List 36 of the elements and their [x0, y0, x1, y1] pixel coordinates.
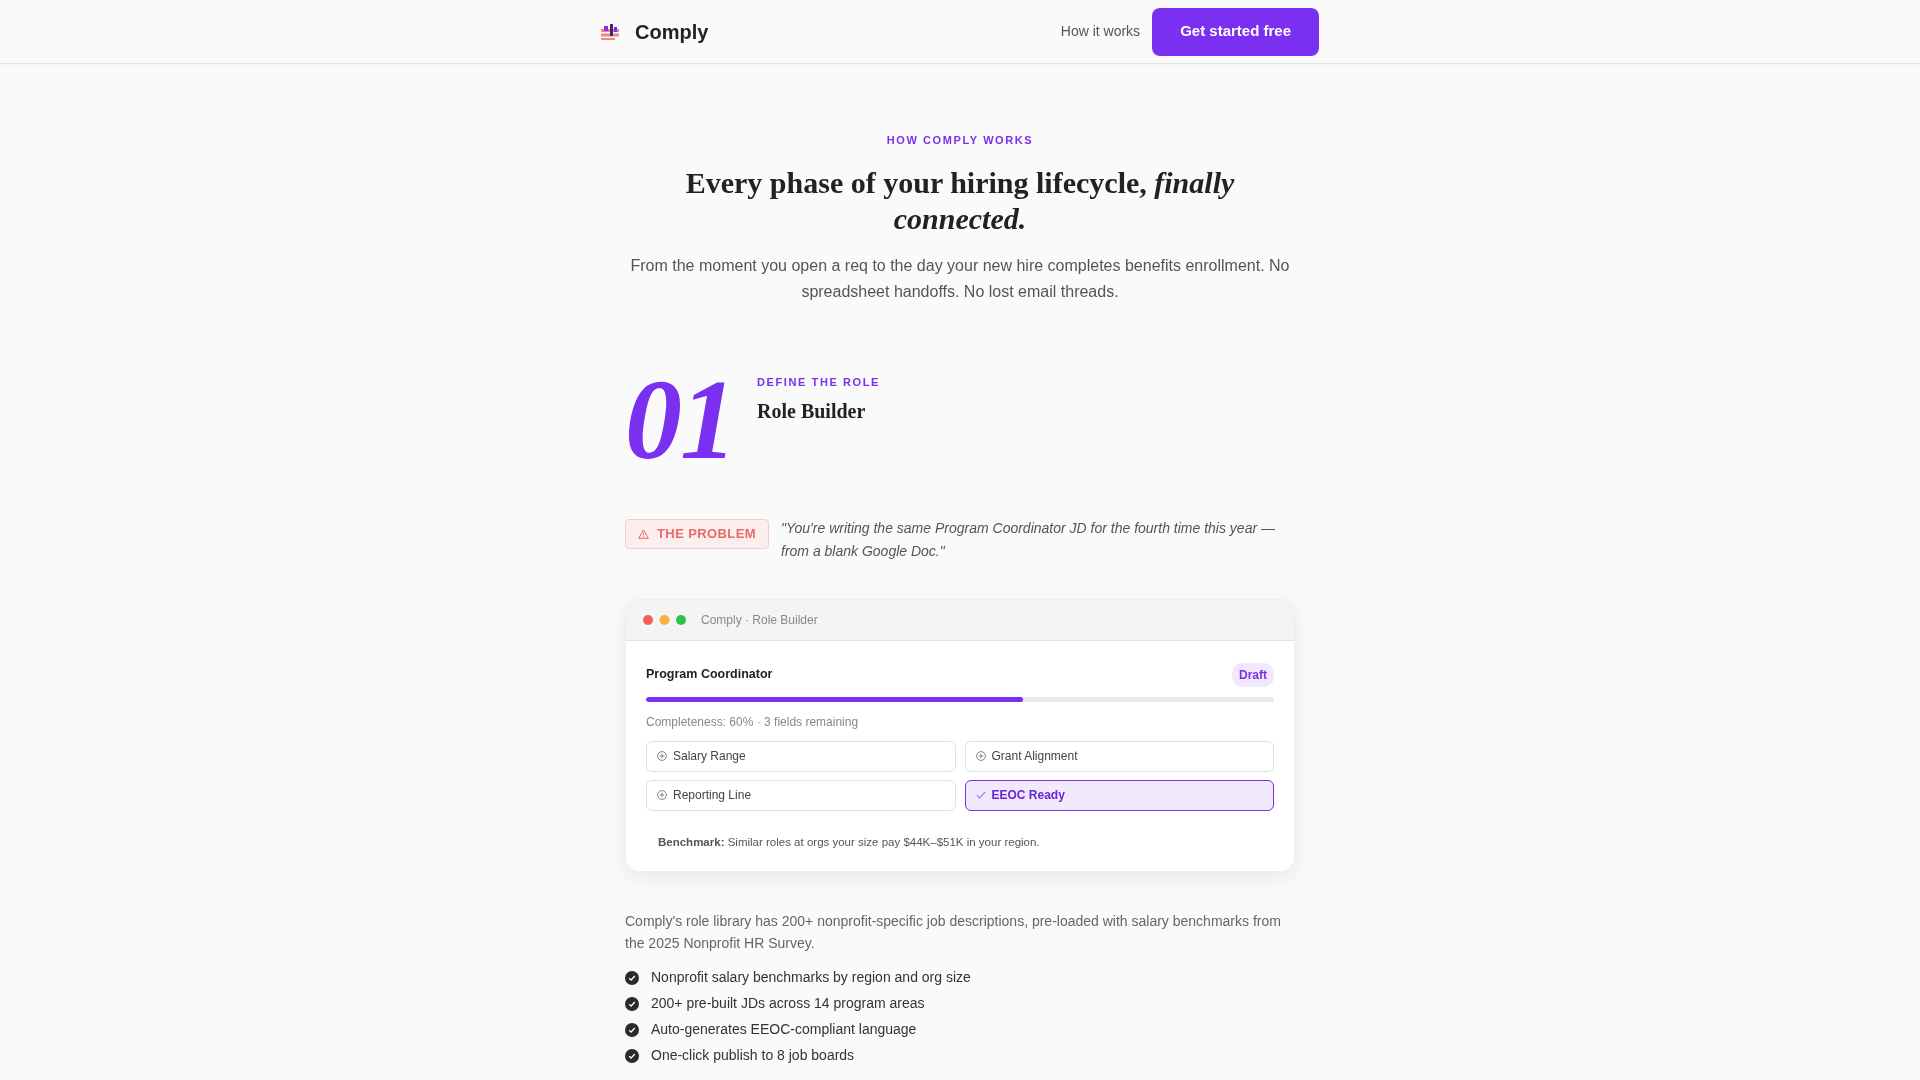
problem-label: THE PROBLEM [657, 524, 756, 543]
get-started-button[interactable]: Get started free [1152, 7, 1319, 56]
status-badge: Draft [1232, 662, 1274, 687]
problem-quote: "You're writing the same Program Coordinator JD for the fourth time this year — from a blank Google Doc." [781, 518, 1276, 561]
benchmark-text: Benchmark: Similar roles at orgs your size pay $44K–$51K in your region. [657, 834, 1041, 850]
requirement-chip[interactable]: Salary Range [646, 740, 956, 772]
check-circle-icon [625, 1022, 639, 1037]
check-circle-icon [625, 970, 639, 985]
window-title: Comply · Role Builder [701, 611, 818, 629]
role-title: Program Coordinator [646, 666, 773, 684]
hero-title: Every phase of your hiring lifecycle, finally connected. [684, 164, 1236, 237]
check-icon [975, 791, 986, 799]
check-circle-icon [625, 996, 639, 1011]
requirement-chip[interactable]: Reporting Line [646, 779, 956, 811]
section-eyebrow: HOW COMPLY WORKS [885, 133, 1035, 148]
brand-name[interactable]: Comply [635, 16, 709, 47]
feature-text: One-click publish to 8 job boards [651, 1046, 855, 1066]
plus-circle-icon [657, 790, 667, 800]
intro-text: From the moment you open a req to the day your new hire completes benefits enrollment. No spreadsheet handoffs. No lost email threads. [629, 255, 1291, 302]
feature-text: 200+ pre-built JDs across 14 program areas [651, 994, 925, 1014]
step-title: Role Builder [757, 399, 867, 424]
warning-icon [638, 528, 649, 539]
description-text: Comply's role library has 200+ nonprofit-specific job descriptions, pre-loaded with salary benchmarks from the 2025 Nonprofit HR Survey. [625, 911, 1282, 953]
check-circle-icon [625, 1048, 639, 1063]
plus-circle-icon [975, 751, 986, 761]
progress-text: Completeness: 60% · 3 fields remaining [646, 713, 860, 731]
window-controls-icon [643, 614, 686, 625]
requirement-chip[interactable]: EEOC Ready [964, 779, 1274, 811]
nav-link[interactable]: How it works [1060, 21, 1141, 42]
requirement-chip[interactable]: Grant Alignment [964, 740, 1274, 772]
step-number: 01 [625, 362, 735, 477]
feature-text: Auto-generates EEOC-compliant language [651, 1020, 917, 1040]
feature-text: Nonprofit salary benchmarks by region and org size [651, 968, 971, 988]
logo-icon [601, 23, 619, 40]
plus-circle-icon [657, 751, 667, 761]
step-eyebrow: DEFINE THE ROLE [757, 374, 880, 390]
